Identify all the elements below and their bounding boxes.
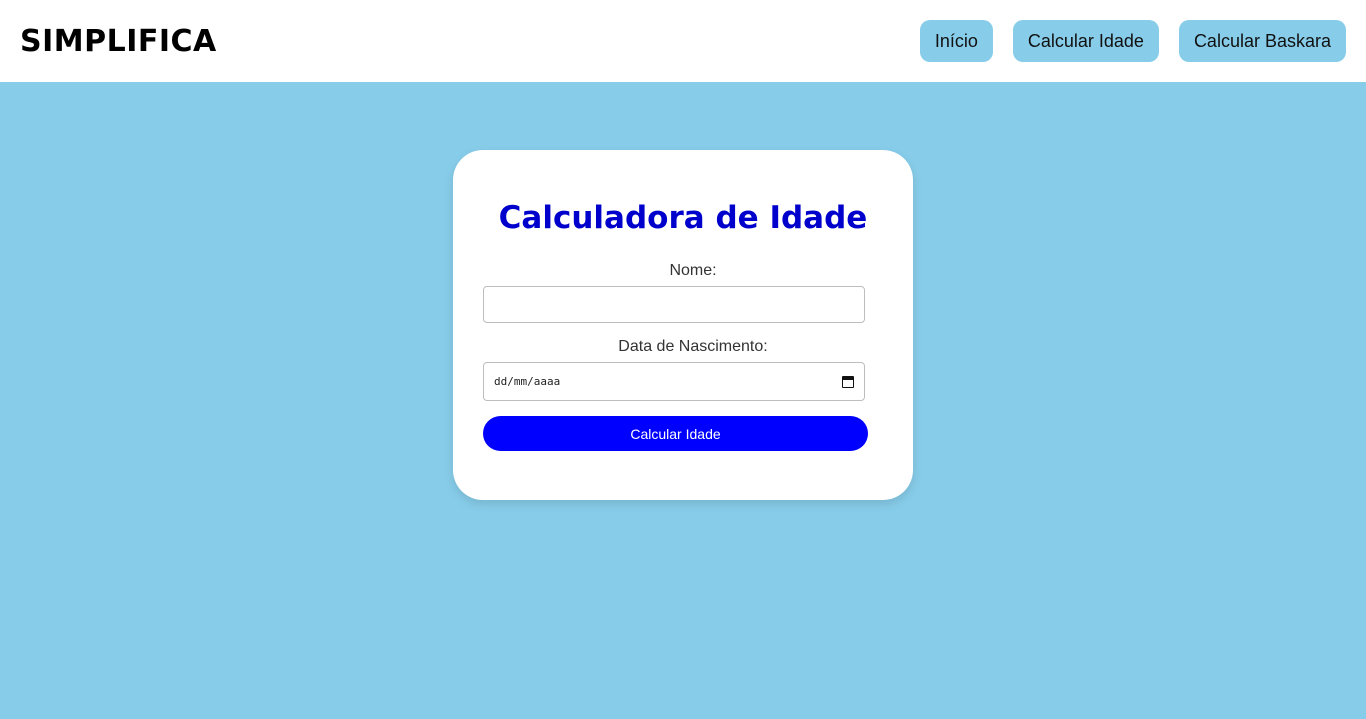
birthdate-input[interactable]: dd/mm/aaaa [483, 362, 865, 401]
age-calculator-card: Calculadora de Idade Nome: Data de Nasci… [453, 150, 913, 500]
calculate-age-button[interactable]: Calcular Idade [483, 416, 868, 451]
birthdate-label: Data de Nascimento: [618, 338, 768, 355]
nav-calcular-baskara-button[interactable]: Calcular Baskara [1178, 20, 1346, 62]
name-input[interactable] [483, 286, 865, 323]
birthdate-placeholder: dd/mm/aaaa [494, 375, 561, 388]
name-label: Nome: [669, 262, 717, 279]
site-logo: SIMPLIFICA [20, 23, 217, 59]
card-title: Calculadora de Idade [498, 200, 868, 236]
calendar-icon[interactable] [842, 375, 854, 388]
top-navbar: SIMPLIFICA Início Calcular Idade Calcula… [0, 0, 1366, 82]
nav-calcular-idade-button[interactable]: Calcular Idade [1012, 20, 1159, 62]
nav-menu: Início Calcular Idade Calcular Baskara [919, 20, 1346, 62]
nav-inicio-button[interactable]: Início [919, 20, 993, 62]
